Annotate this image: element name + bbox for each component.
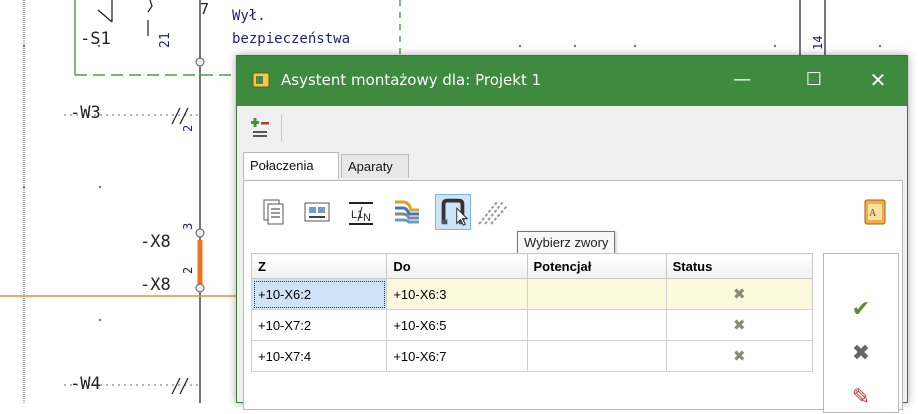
- annotation-line1: Wył.: [232, 8, 266, 24]
- cell-do[interactable]: +10-X6:7: [386, 340, 528, 372]
- dialog-title: Asystent montażowy dla: Projekt 1: [281, 71, 542, 89]
- status-actions-panel: ✔ ✖ ✎: [823, 253, 899, 413]
- column-header-z[interactable]: Z: [250, 253, 388, 279]
- table-row[interactable]: +10-X6:2 +10-X6:3 ✖: [250, 278, 814, 310]
- s1-pin-label: 21: [158, 32, 173, 48]
- diagonal-lines-icon[interactable]: [475, 194, 511, 230]
- column-header-do[interactable]: Do: [386, 253, 528, 279]
- s1-note-label: 7: [200, 0, 209, 18]
- edit-help-icon[interactable]: A: [857, 194, 893, 230]
- cross-icon[interactable]: ✖: [844, 336, 878, 370]
- switch-contact: [97, 9, 113, 23]
- column-header-potencjal[interactable]: Potencjał: [526, 253, 667, 279]
- close-button[interactable]: ✕: [847, 56, 909, 106]
- tab-aparaty[interactable]: Aparaty: [341, 154, 409, 178]
- jumper-icon[interactable]: [435, 194, 471, 230]
- minimize-button[interactable]: —: [711, 56, 773, 106]
- cell-z[interactable]: +10-X6:2: [250, 278, 388, 310]
- tab-polaczenia[interactable]: Połaczenia: [243, 152, 339, 179]
- wire-14-label: 14: [811, 36, 825, 50]
- checkmark-icon[interactable]: ✔: [844, 292, 878, 326]
- annotation-line2: bezpieczeństwa: [232, 31, 350, 47]
- s1-label: -S1: [80, 29, 111, 49]
- dialog-titlebar[interactable]: Asystent montażowy dla: Projekt 1 — ☐ ✕: [237, 56, 907, 106]
- connections-table: Z Do Potencjał Status +10-X6:2 +10-X6:3 …: [250, 253, 814, 372]
- status-cross-icon: ✖: [665, 278, 814, 310]
- cell-do[interactable]: +10-X6:3: [386, 278, 528, 310]
- terminal-card-icon[interactable]: [299, 194, 335, 230]
- cable-bundle-icon[interactable]: [389, 194, 425, 230]
- expand-collapse-icon[interactable]: [247, 113, 277, 145]
- cell-do[interactable]: +10-X6:5: [386, 309, 528, 341]
- assembly-assistant-dialog: Asystent montażowy dla: Projekt 1 — ☐ ✕ …: [236, 55, 908, 413]
- app-icon: [252, 72, 270, 88]
- cell-z[interactable]: +10-X7:4: [250, 340, 388, 372]
- cell-z[interactable]: +10-X7:2: [250, 309, 388, 341]
- potential-l1n-icon[interactable]: L1 N: [343, 194, 379, 230]
- x8-lower-pin: 2: [181, 267, 195, 274]
- maximize-button[interactable]: ☐: [783, 56, 845, 106]
- x8-upper-pin: 3: [181, 223, 195, 230]
- clear-status-icon[interactable]: ✎: [844, 380, 878, 414]
- x8-lower-label: -X8: [140, 275, 171, 295]
- table-row[interactable]: +10-X7:2 +10-X6:5 ✖: [250, 309, 814, 341]
- tooltip: Wybierz zwory: [517, 231, 616, 255]
- w4-label: -W4: [70, 374, 101, 394]
- status-cross-icon: ✖: [665, 340, 814, 372]
- svg-text:N: N: [363, 212, 371, 224]
- w3-pin-label: 2: [181, 125, 195, 132]
- table-header: Z Do Potencjał Status: [250, 253, 814, 279]
- cell-potencjal[interactable]: [526, 309, 667, 341]
- column-header-status[interactable]: Status: [665, 253, 814, 279]
- table-row[interactable]: +10-X7:4 +10-X6:7 ✖: [250, 340, 814, 372]
- svg-text:A: A: [869, 208, 877, 219]
- w3-label: -W3: [70, 103, 101, 123]
- toolbar-separator: [281, 115, 282, 141]
- cell-potencjal[interactable]: [526, 278, 667, 310]
- status-cross-icon: ✖: [665, 309, 814, 341]
- document-list-icon[interactable]: [255, 194, 291, 230]
- cell-potencjal[interactable]: [526, 340, 667, 372]
- x8-upper-label: -X8: [140, 232, 171, 252]
